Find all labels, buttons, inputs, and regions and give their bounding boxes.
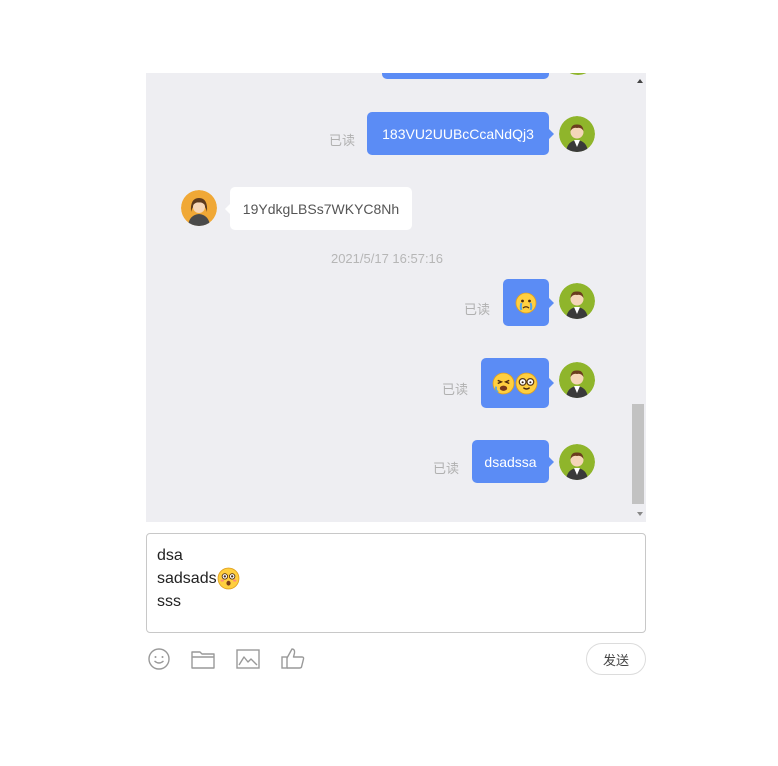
read-status: 已读 <box>329 133 356 148</box>
message-text: 183VU2UUBcCcaNdQj3 <box>382 125 534 142</box>
read-status: 已读 <box>442 382 469 397</box>
crying-face-emoji <box>515 292 537 313</box>
male-avatar-icon[interactable] <box>559 362 595 398</box>
message-bubble-sent[interactable] <box>481 358 554 408</box>
scrollbar-thumb[interactable] <box>632 404 644 504</box>
male-avatar-icon[interactable] <box>559 116 595 152</box>
folder-icon[interactable] <box>190 646 216 672</box>
scroll-down-arrow-icon[interactable] <box>637 512 643 516</box>
read-status: 已读 <box>433 461 460 476</box>
input-line: dsa <box>157 547 183 564</box>
thumbs-up-icon[interactable] <box>280 646 306 672</box>
flushed-face-emoji <box>217 567 239 590</box>
image-icon[interactable] <box>235 646 261 672</box>
male-avatar-icon[interactable] <box>559 444 595 480</box>
input-line-text: sadsads <box>157 570 217 587</box>
chat-message-list[interactable]: 已读 183VU2UUBcCcaNdQj3 19YdkgLBSs7WKYC8Nh… <box>146 73 646 522</box>
male-avatar-icon <box>560 73 596 75</box>
nerd-face-emoji <box>515 372 538 394</box>
female-avatar-icon[interactable] <box>181 190 217 226</box>
input-line: sadsads <box>157 567 635 590</box>
message-bubble-sent[interactable]: dsadssa <box>472 440 554 483</box>
message-bubble-sent[interactable] <box>503 279 554 326</box>
message-bubble-partial <box>382 73 549 79</box>
message-text: 19YdkgLBSs7WKYC8Nh <box>242 200 400 217</box>
male-avatar-icon[interactable] <box>559 283 595 319</box>
scroll-up-arrow-icon[interactable] <box>637 79 643 83</box>
message-input[interactable]: dsa sadsads sss <box>146 533 646 633</box>
smiley-icon[interactable] <box>146 646 172 672</box>
input-line: sss <box>157 593 181 610</box>
message-text: dsadssa <box>484 453 537 470</box>
message-bubble-sent[interactable]: 183VU2UUBcCcaNdQj3 <box>367 112 554 155</box>
message-bubble-received[interactable]: 19YdkgLBSs7WKYC8Nh <box>225 187 412 230</box>
send-button[interactable]: 发送 <box>586 643 646 675</box>
tired-face-emoji <box>492 372 515 394</box>
scrollbar[interactable] <box>630 73 646 522</box>
read-status: 已读 <box>464 302 491 317</box>
message-timestamp: 2021/5/17 16:57:16 <box>330 251 444 266</box>
